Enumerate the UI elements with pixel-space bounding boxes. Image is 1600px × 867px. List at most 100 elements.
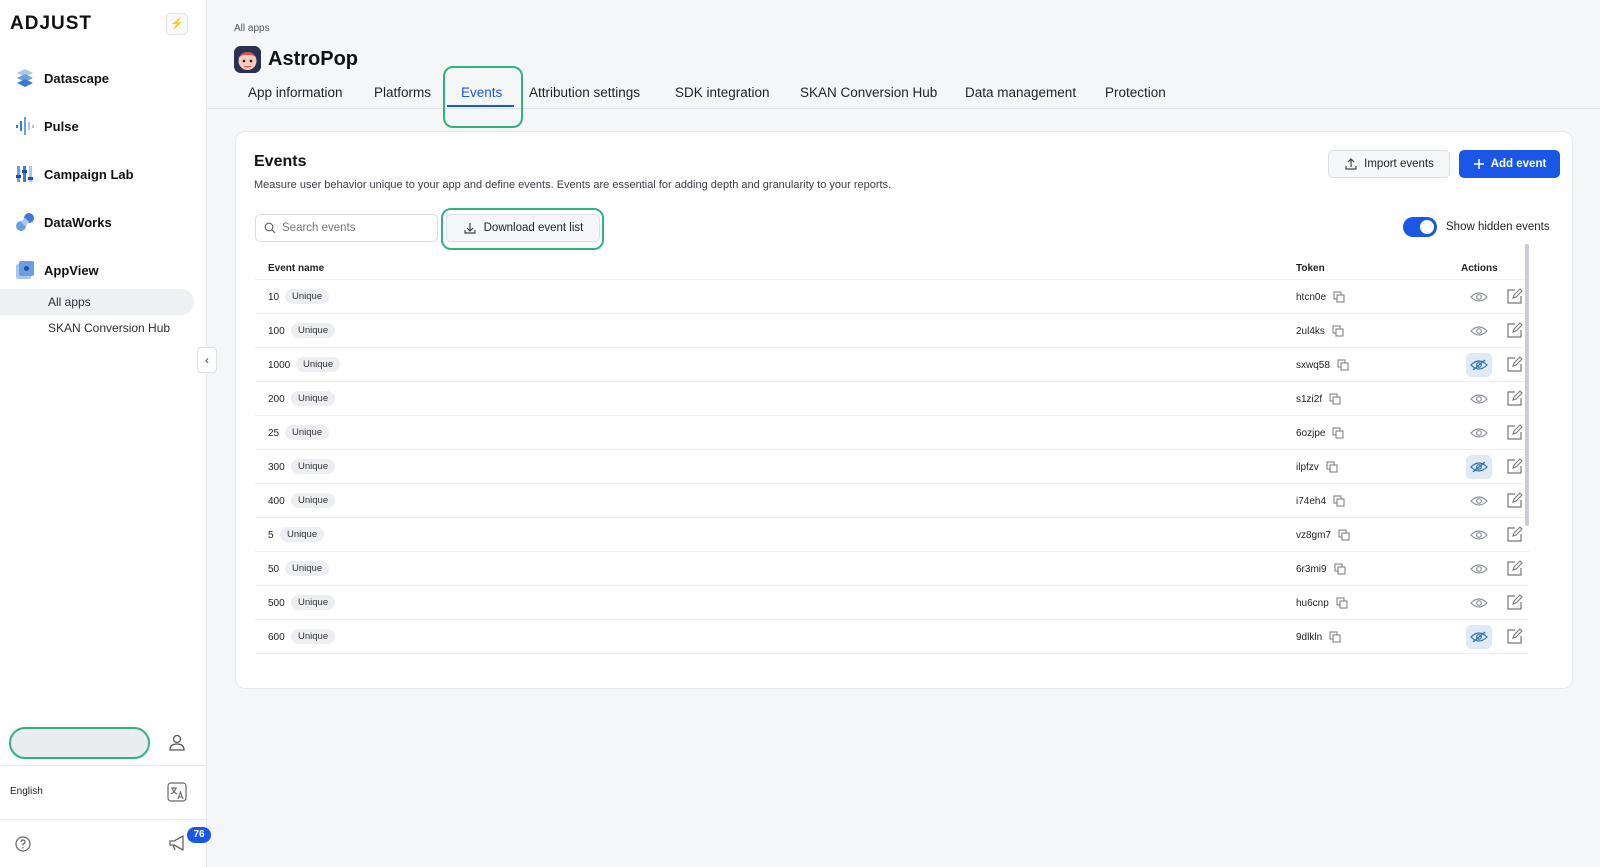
import-events-button[interactable]: Import events xyxy=(1328,150,1450,178)
search-input[interactable] xyxy=(282,222,432,234)
event-token: s1zi2f xyxy=(1296,394,1323,405)
eye-off-icon xyxy=(1470,631,1488,643)
unhide-event-button[interactable] xyxy=(1466,625,1492,649)
nav-label: DataWorks xyxy=(44,214,112,230)
unique-tag: Unique xyxy=(291,391,336,406)
copy-icon[interactable] xyxy=(1332,427,1344,439)
table-row[interactable]: 500 Unique hu6cnp xyxy=(255,586,1529,620)
copy-icon[interactable] xyxy=(1333,495,1345,507)
unique-tag: Unique xyxy=(285,425,330,440)
nav-item-campaign-lab[interactable]: Campaign Lab xyxy=(14,163,134,185)
copy-icon[interactable] xyxy=(1334,563,1346,575)
event-token: 6r3mi9 xyxy=(1296,564,1327,575)
copy-icon[interactable] xyxy=(1336,597,1348,609)
nav-item-datascape[interactable]: Datascape xyxy=(14,67,109,89)
edit-icon[interactable] xyxy=(1506,560,1523,577)
show-hidden-toggle[interactable] xyxy=(1403,217,1437,237)
sidebar-item-skan-conversion-hub[interactable]: SKAN Conversion Hub xyxy=(0,315,194,341)
edit-icon[interactable] xyxy=(1506,526,1523,543)
edit-icon[interactable] xyxy=(1506,492,1523,509)
eye-icon xyxy=(1470,564,1488,574)
upload-icon xyxy=(1345,158,1357,170)
event-name: 300 xyxy=(268,462,285,473)
event-name: 5 xyxy=(268,530,274,541)
tab-app-information[interactable]: App information xyxy=(248,85,343,100)
unique-tag: Unique xyxy=(291,323,336,338)
search-icon xyxy=(264,222,276,234)
hide-event-button[interactable] xyxy=(1466,319,1492,343)
copy-icon[interactable] xyxy=(1333,291,1345,303)
copy-icon[interactable] xyxy=(1326,461,1338,473)
breadcrumb[interactable]: All apps xyxy=(234,23,270,34)
edit-icon[interactable] xyxy=(1506,356,1523,373)
language-label[interactable]: English xyxy=(10,786,43,797)
astropop-app-icon xyxy=(234,46,261,73)
collapse-sidebar-button[interactable]: ‹ xyxy=(197,347,217,373)
tab-data-management[interactable]: Data management xyxy=(965,85,1076,100)
copy-icon[interactable] xyxy=(1332,325,1344,337)
unique-tag: Unique xyxy=(296,357,341,372)
table-row[interactable]: 5 Unique vz8gm7 xyxy=(255,518,1529,552)
tab-sdk-integration[interactable]: SDK integration xyxy=(675,85,770,100)
edit-icon[interactable] xyxy=(1506,594,1523,611)
column-header-event-name[interactable]: Event name xyxy=(268,263,324,274)
event-token: sxwq58 xyxy=(1296,360,1330,371)
table-row[interactable]: 300 Unique ilpfzv xyxy=(255,450,1529,484)
table-row[interactable]: 1000 Unique sxwq58 xyxy=(255,348,1529,382)
table-row[interactable]: 400 Unique i74eh4 xyxy=(255,484,1529,518)
tab-platforms[interactable]: Platforms xyxy=(374,85,431,100)
tab-protection[interactable]: Protection xyxy=(1105,85,1166,100)
table-row[interactable]: 50 Unique 6r3mi9 xyxy=(255,552,1529,586)
megaphone-icon[interactable] xyxy=(168,834,188,852)
table-header: Event name Token Actions xyxy=(255,252,1529,280)
help-icon[interactable] xyxy=(15,836,31,852)
edit-icon[interactable] xyxy=(1506,458,1523,475)
hide-event-button[interactable] xyxy=(1466,489,1492,513)
nav-label: Campaign Lab xyxy=(44,166,134,182)
copy-icon[interactable] xyxy=(1329,393,1341,405)
quick-actions-button[interactable]: ⚡ xyxy=(166,13,188,35)
edit-icon[interactable] xyxy=(1506,390,1523,407)
datascape-icon xyxy=(17,69,33,87)
event-token: htcn0e xyxy=(1296,292,1327,303)
edit-icon[interactable] xyxy=(1506,288,1523,305)
nav-item-appview[interactable]: AppView xyxy=(14,259,99,281)
highlight-download-button xyxy=(441,208,604,250)
divider xyxy=(0,819,207,820)
unhide-event-button[interactable] xyxy=(1466,353,1492,377)
hide-event-button[interactable] xyxy=(1466,523,1492,547)
tab-skan-conversion-hub[interactable]: SKAN Conversion Hub xyxy=(800,85,937,100)
unhide-event-button[interactable] xyxy=(1466,455,1492,479)
edit-icon[interactable] xyxy=(1506,322,1523,339)
hide-event-button[interactable] xyxy=(1466,557,1492,581)
unique-tag: Unique xyxy=(291,595,336,610)
hide-event-button[interactable] xyxy=(1466,387,1492,411)
copy-icon[interactable] xyxy=(1337,359,1349,371)
hide-event-button[interactable] xyxy=(1466,421,1492,445)
table-row[interactable]: 10 Unique htcn0e xyxy=(255,280,1529,314)
table-scrollbar[interactable] xyxy=(1525,244,1529,526)
event-name: 50 xyxy=(268,564,280,575)
table-row[interactable]: 600 Unique 9dlkln xyxy=(255,620,1529,654)
tab-attribution-settings[interactable]: Attribution settings xyxy=(529,85,640,100)
table-row[interactable]: 200 Unique s1zi2f xyxy=(255,382,1529,416)
search-box[interactable] xyxy=(255,214,438,242)
user-icon[interactable] xyxy=(167,733,187,753)
edit-icon[interactable] xyxy=(1506,628,1523,645)
appview-icon xyxy=(16,261,34,279)
adjust-logo[interactable]: ADJUST xyxy=(10,13,92,35)
translate-icon[interactable] xyxy=(167,782,187,802)
sidebar-item-all-apps[interactable]: All apps xyxy=(0,289,194,315)
hide-event-button[interactable] xyxy=(1466,591,1492,615)
copy-icon[interactable] xyxy=(1329,631,1341,643)
user-profile-pill[interactable] xyxy=(9,727,150,759)
unique-tag: Unique xyxy=(291,493,336,508)
hide-event-button[interactable] xyxy=(1466,285,1492,309)
nav-item-dataworks[interactable]: DataWorks xyxy=(14,211,112,233)
table-row[interactable]: 25 Unique 6ozjpe xyxy=(255,416,1529,450)
nav-item-pulse[interactable]: Pulse xyxy=(14,115,79,137)
table-row[interactable]: 100 Unique 2ul4ks xyxy=(255,314,1529,348)
copy-icon[interactable] xyxy=(1338,529,1350,541)
add-event-button[interactable]: Add event xyxy=(1459,150,1560,178)
edit-icon[interactable] xyxy=(1506,424,1523,441)
